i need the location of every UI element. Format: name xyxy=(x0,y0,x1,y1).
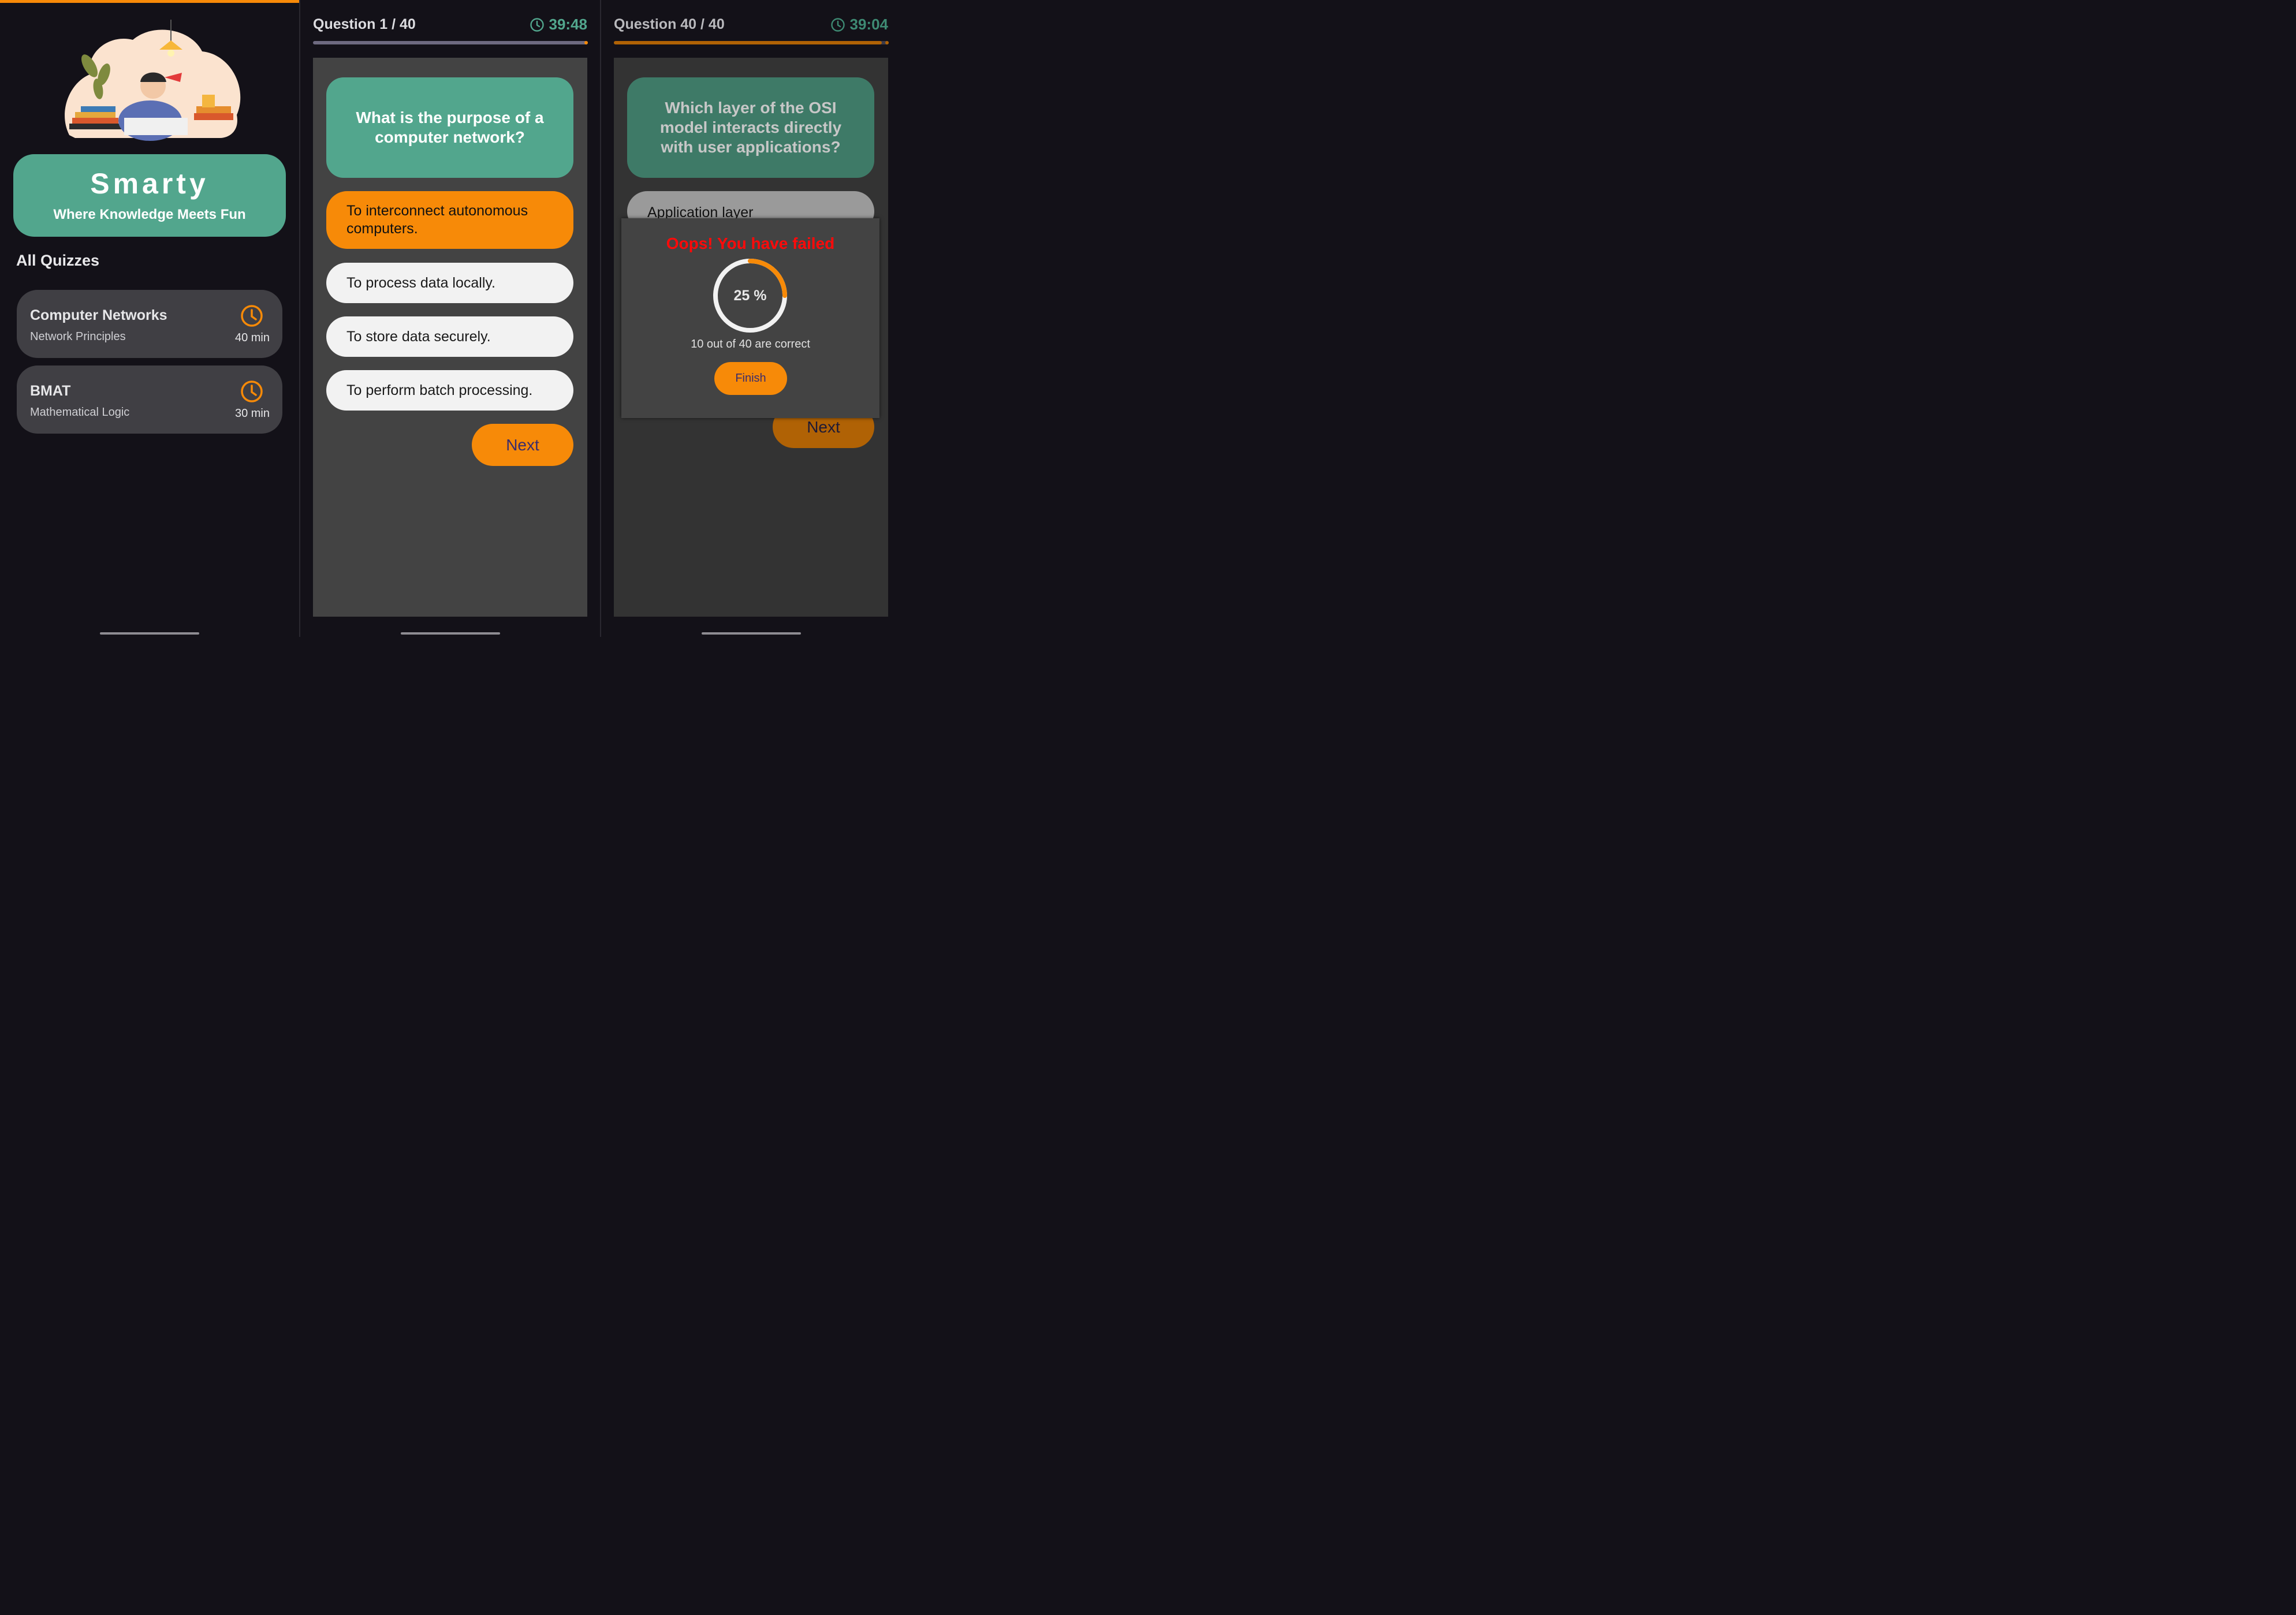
progress-fill xyxy=(614,41,882,44)
app-banner: Smarty Where Knowledge Meets Fun xyxy=(13,154,286,237)
answer-option-3[interactable]: To store data securely. xyxy=(326,316,573,357)
quiz-name: Computer Networks xyxy=(30,307,167,323)
timer-icon xyxy=(830,17,845,32)
score-percent: 25 % xyxy=(733,287,767,304)
quiz-duration: 40 min xyxy=(234,331,270,344)
quiz-subtitle: Mathematical Logic xyxy=(30,406,130,419)
home-indicator[interactable] xyxy=(701,632,801,635)
app-title: Smarty xyxy=(90,167,209,200)
home-indicator[interactable] xyxy=(400,632,500,635)
answer-option-1[interactable]: To interconnect autonomous computers. xyxy=(326,191,573,249)
home-indicator[interactable] xyxy=(100,632,199,635)
quiz-result-screen: Question 40 / 40 39:04 Which layer of th… xyxy=(601,0,901,637)
progress-end-marker xyxy=(584,41,588,44)
progress-bar xyxy=(614,41,889,44)
timer-value: 39:04 xyxy=(849,16,889,33)
home-screen: Smarty Where Knowledge Meets Fun All Qui… xyxy=(0,0,299,637)
finish-button[interactable]: Finish xyxy=(714,362,787,395)
top-accent-bar xyxy=(0,0,299,3)
quiz-timer: 39:48 xyxy=(530,16,588,33)
next-button[interactable]: Next xyxy=(472,424,573,466)
clock-icon xyxy=(241,305,263,327)
quiz-question-screen: Question 1 / 40 39:48 What is the purpos… xyxy=(300,0,600,637)
result-dialog: Oops! You have failed 25 % 10 out of 40 … xyxy=(621,218,879,418)
quiz-subtitle: Network Principles xyxy=(30,330,126,343)
timer-value: 39:48 xyxy=(549,16,588,33)
answer-option-4[interactable]: To perform batch processing. xyxy=(326,370,573,411)
clock-icon xyxy=(241,381,263,402)
quiz-name: BMAT xyxy=(30,383,71,399)
quiz-timer: 39:04 xyxy=(830,16,889,33)
score-summary: 10 out of 40 are correct xyxy=(691,338,810,350)
quiz-card-computer-networks[interactable]: Computer Networks Network Principles 40 … xyxy=(17,290,282,358)
answer-option-2[interactable]: To process data locally. xyxy=(326,263,573,303)
timer-icon xyxy=(530,17,544,32)
question-counter: Question 40 / 40 xyxy=(614,16,725,32)
app-tagline: Where Knowledge Meets Fun xyxy=(53,207,246,222)
question-panel: What is the purpose of a computer networ… xyxy=(313,58,587,617)
question-counter: Question 1 / 40 xyxy=(313,16,416,32)
progress-bar xyxy=(313,41,588,44)
question-text: Which layer of the OSI model interacts d… xyxy=(627,77,874,178)
student-illustration xyxy=(65,20,241,141)
section-title: All Quizzes xyxy=(16,252,100,269)
quiz-card-bmat[interactable]: BMAT Mathematical Logic 30 min xyxy=(17,365,282,434)
quiz-duration: 30 min xyxy=(234,407,270,420)
question-text: What is the purpose of a computer networ… xyxy=(326,77,573,178)
progress-end-marker xyxy=(885,41,889,44)
result-title: Oops! You have failed xyxy=(666,234,835,252)
